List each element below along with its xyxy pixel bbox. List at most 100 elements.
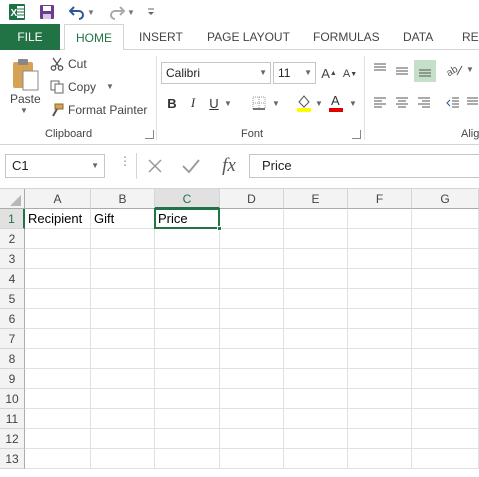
font-color-icon[interactable]: A [327, 92, 345, 114]
cancel-x-icon[interactable] [145, 156, 165, 176]
tab-page-layout[interactable]: PAGE LAYOUT [207, 24, 290, 50]
chevron-down-icon[interactable]: ▼ [20, 106, 28, 115]
format-painter-button[interactable]: Format Painter [68, 103, 147, 117]
decrease-indent-icon[interactable] [444, 94, 462, 112]
chevron-down-icon[interactable]: ▼ [315, 99, 323, 108]
customize-qat-icon[interactable] [144, 2, 158, 22]
cell-g5[interactable] [412, 289, 479, 309]
cell-d6[interactable] [220, 309, 284, 329]
excel-logo-icon[interactable]: X [6, 2, 28, 22]
cell-g2[interactable] [412, 229, 479, 249]
cell-e5[interactable] [284, 289, 348, 309]
row-header-10[interactable]: 10 [0, 389, 25, 409]
borders-icon[interactable] [250, 94, 268, 112]
cell-c12[interactable] [155, 429, 220, 449]
cell-e9[interactable] [284, 369, 348, 389]
cell-e2[interactable] [284, 229, 348, 249]
copy-button[interactable]: Copy [68, 80, 96, 94]
cell-a6[interactable] [25, 309, 91, 329]
column-header-d[interactable]: D [220, 189, 284, 209]
cell-g9[interactable] [412, 369, 479, 389]
underline-button[interactable]: U [207, 94, 221, 112]
chevron-down-icon[interactable]: ▼ [466, 65, 474, 74]
cell-d2[interactable] [220, 229, 284, 249]
row-header-11[interactable]: 11 [0, 409, 25, 429]
paste-icon[interactable] [8, 56, 42, 94]
increase-font-size-icon[interactable]: A ▲ [320, 64, 338, 82]
resize-grip-icon[interactable]: ⋮ [119, 155, 131, 175]
cell-e13[interactable] [284, 449, 348, 469]
insert-function-button[interactable]: fx [216, 153, 242, 179]
fill-handle[interactable] [217, 226, 222, 231]
cell-b5[interactable] [91, 289, 155, 309]
select-all-corner[interactable] [0, 189, 25, 209]
cell-e1[interactable] [284, 209, 348, 229]
cell-b4[interactable] [91, 269, 155, 289]
cell-f8[interactable] [348, 349, 412, 369]
middle-align-icon[interactable] [393, 62, 411, 80]
cell-c9[interactable] [155, 369, 220, 389]
cell-a7[interactable] [25, 329, 91, 349]
column-header-f[interactable]: F [348, 189, 412, 209]
cell-c8[interactable] [155, 349, 220, 369]
cell-a10[interactable] [25, 389, 91, 409]
cell-g4[interactable] [412, 269, 479, 289]
cell-g10[interactable] [412, 389, 479, 409]
cell-c11[interactable] [155, 409, 220, 429]
cell-d1[interactable] [220, 209, 284, 229]
cell-f11[interactable] [348, 409, 412, 429]
row-header-9[interactable]: 9 [0, 369, 25, 389]
cut-button[interactable]: Cut [68, 57, 87, 71]
cell-c13[interactable] [155, 449, 220, 469]
tab-home[interactable]: HOME [64, 24, 124, 51]
cell-d11[interactable] [220, 409, 284, 429]
cell-g7[interactable] [412, 329, 479, 349]
row-header-7[interactable]: 7 [0, 329, 25, 349]
cell-a3[interactable] [25, 249, 91, 269]
cell-e4[interactable] [284, 269, 348, 289]
chevron-down-icon[interactable]: ▼ [106, 82, 114, 91]
row-header-3[interactable]: 3 [0, 249, 25, 269]
row-header-12[interactable]: 12 [0, 429, 25, 449]
cell-a4[interactable] [25, 269, 91, 289]
font-size-combo[interactable]: 11 ▼ [273, 62, 316, 84]
cell-b13[interactable] [91, 449, 155, 469]
increase-indent-icon[interactable] [465, 94, 479, 112]
orientation-icon[interactable]: ab [444, 60, 466, 80]
cell-d3[interactable] [220, 249, 284, 269]
tab-file[interactable]: FILE [0, 24, 60, 50]
cell-e7[interactable] [284, 329, 348, 349]
cell-e8[interactable] [284, 349, 348, 369]
cell-c7[interactable] [155, 329, 220, 349]
cell-d13[interactable] [220, 449, 284, 469]
cell-c10[interactable] [155, 389, 220, 409]
align-center-icon[interactable] [393, 94, 411, 112]
name-box[interactable]: C1 ▼ [5, 154, 105, 178]
cell-f13[interactable] [348, 449, 412, 469]
fill-color-icon[interactable] [295, 92, 313, 114]
enter-check-icon[interactable] [180, 156, 202, 176]
column-header-a[interactable]: A [25, 189, 91, 209]
cell-f10[interactable] [348, 389, 412, 409]
cell-b12[interactable] [91, 429, 155, 449]
cell-b11[interactable] [91, 409, 155, 429]
cell-g12[interactable] [412, 429, 479, 449]
formula-input[interactable]: Price [249, 154, 479, 178]
row-header-13[interactable]: 13 [0, 449, 25, 469]
cell-b2[interactable] [91, 229, 155, 249]
cell-a11[interactable] [25, 409, 91, 429]
cell-g13[interactable] [412, 449, 479, 469]
column-header-g[interactable]: G [412, 189, 479, 209]
cell-f6[interactable] [348, 309, 412, 329]
cell-e10[interactable] [284, 389, 348, 409]
cell-f12[interactable] [348, 429, 412, 449]
cell-c3[interactable] [155, 249, 220, 269]
cell-c1[interactable]: Price [155, 209, 220, 229]
cell-e3[interactable] [284, 249, 348, 269]
font-name-combo[interactable]: Calibri ▼ [161, 62, 271, 84]
cell-f3[interactable] [348, 249, 412, 269]
cell-d9[interactable] [220, 369, 284, 389]
chevron-down-icon[interactable]: ▼ [272, 99, 280, 108]
cell-d5[interactable] [220, 289, 284, 309]
row-header-5[interactable]: 5 [0, 289, 25, 309]
